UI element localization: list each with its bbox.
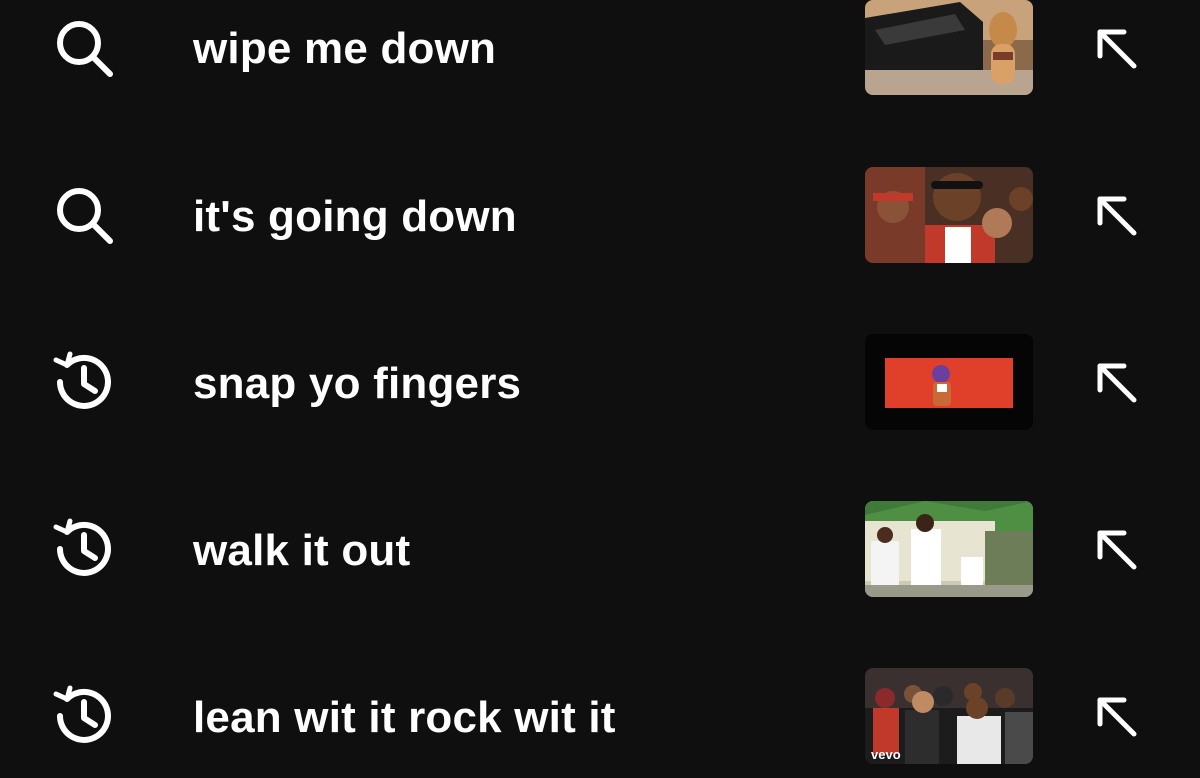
suggestion-text: it's going down xyxy=(193,192,517,241)
history-icon xyxy=(48,513,120,585)
suggestion-row-snap-yo-fingers[interactable]: snap yo fingers xyxy=(0,334,1200,444)
suggestion-row-its-going-down[interactable]: it's going down xyxy=(0,167,1200,277)
arrow-up-left-icon[interactable] xyxy=(1088,521,1144,577)
history-icon xyxy=(48,346,120,418)
suggestion-row-walk-it-out[interactable]: walk it out xyxy=(0,501,1200,611)
video-thumbnail[interactable] xyxy=(865,334,1033,430)
search-icon xyxy=(48,179,120,251)
history-icon xyxy=(48,680,120,752)
vevo-badge: vevo xyxy=(871,747,901,762)
suggestion-text: snap yo fingers xyxy=(193,359,522,408)
arrow-up-left-icon[interactable] xyxy=(1088,688,1144,744)
video-thumbnail[interactable] xyxy=(865,0,1033,95)
search-icon xyxy=(48,12,120,84)
video-thumbnail[interactable] xyxy=(865,501,1033,597)
video-thumbnail[interactable] xyxy=(865,167,1033,263)
suggestion-row-wipe-me-down[interactable]: wipe me down xyxy=(0,0,1200,110)
video-thumbnail[interactable]: vevo xyxy=(865,668,1033,764)
suggestion-text: wipe me down xyxy=(193,24,497,73)
suggestion-row-lean-wit-it-rock-wit-it[interactable]: lean wit it rock wit it vevo xyxy=(0,668,1200,778)
suggestion-text: walk it out xyxy=(193,526,411,575)
suggestion-text: lean wit it rock wit it xyxy=(193,693,616,742)
arrow-up-left-icon[interactable] xyxy=(1088,20,1144,76)
search-suggestions-list: wipe me down it's going down snap yo fin… xyxy=(0,0,1200,772)
arrow-up-left-icon[interactable] xyxy=(1088,354,1144,410)
arrow-up-left-icon[interactable] xyxy=(1088,187,1144,243)
